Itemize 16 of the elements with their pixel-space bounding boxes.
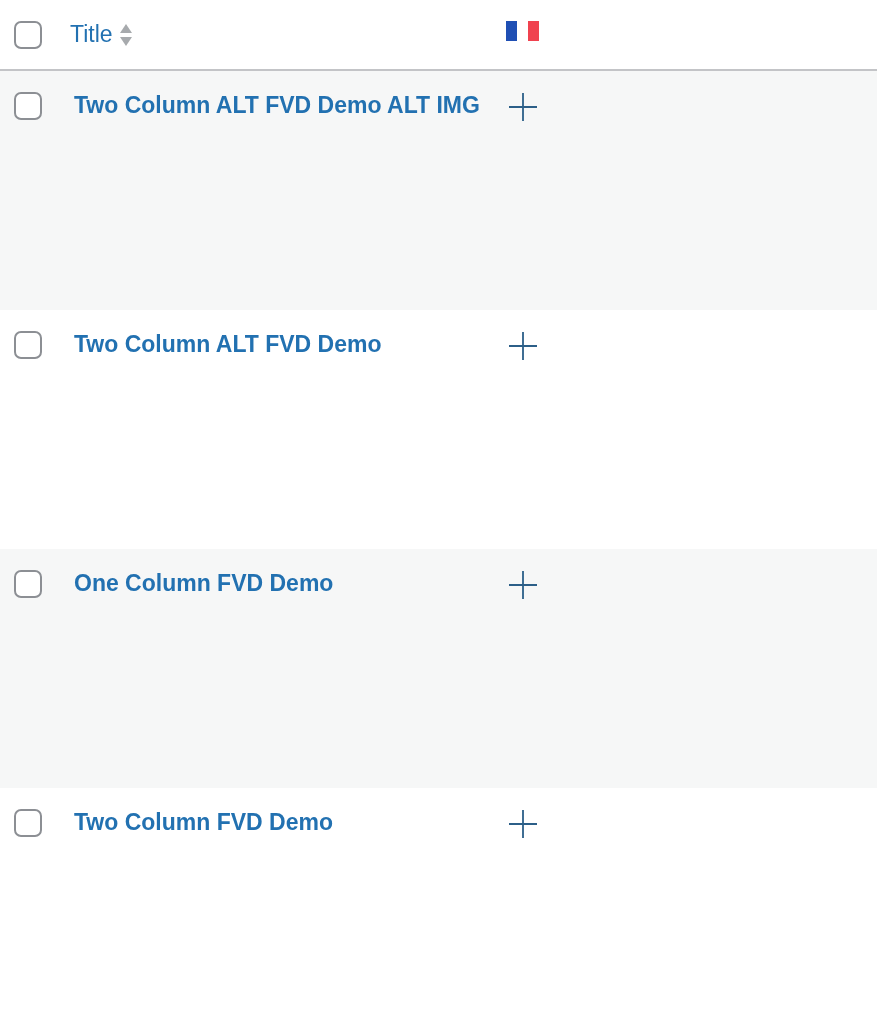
add-icon[interactable]	[508, 92, 538, 122]
add-icon[interactable]	[508, 809, 538, 839]
post-title-link[interactable]: One Column FVD Demo	[74, 565, 490, 602]
french-flag-icon	[506, 20, 539, 41]
add-icon[interactable]	[508, 331, 538, 361]
add-icon[interactable]	[508, 570, 538, 600]
checkbox[interactable]	[14, 20, 42, 49]
post-title-link[interactable]: Two Column FVD Demo	[74, 804, 490, 841]
post-title-link[interactable]: Two Column ALT FVD Demo ALT IMG	[74, 87, 490, 124]
checkbox[interactable]	[14, 809, 42, 837]
checkbox[interactable]	[14, 92, 42, 120]
checkbox[interactable]	[14, 331, 42, 359]
checkbox[interactable]	[14, 570, 42, 598]
post-title-link[interactable]: Two Column ALT FVD Demo	[74, 326, 490, 363]
title-sort-link[interactable]: Title	[70, 17, 486, 52]
sort-icon	[118, 22, 133, 47]
